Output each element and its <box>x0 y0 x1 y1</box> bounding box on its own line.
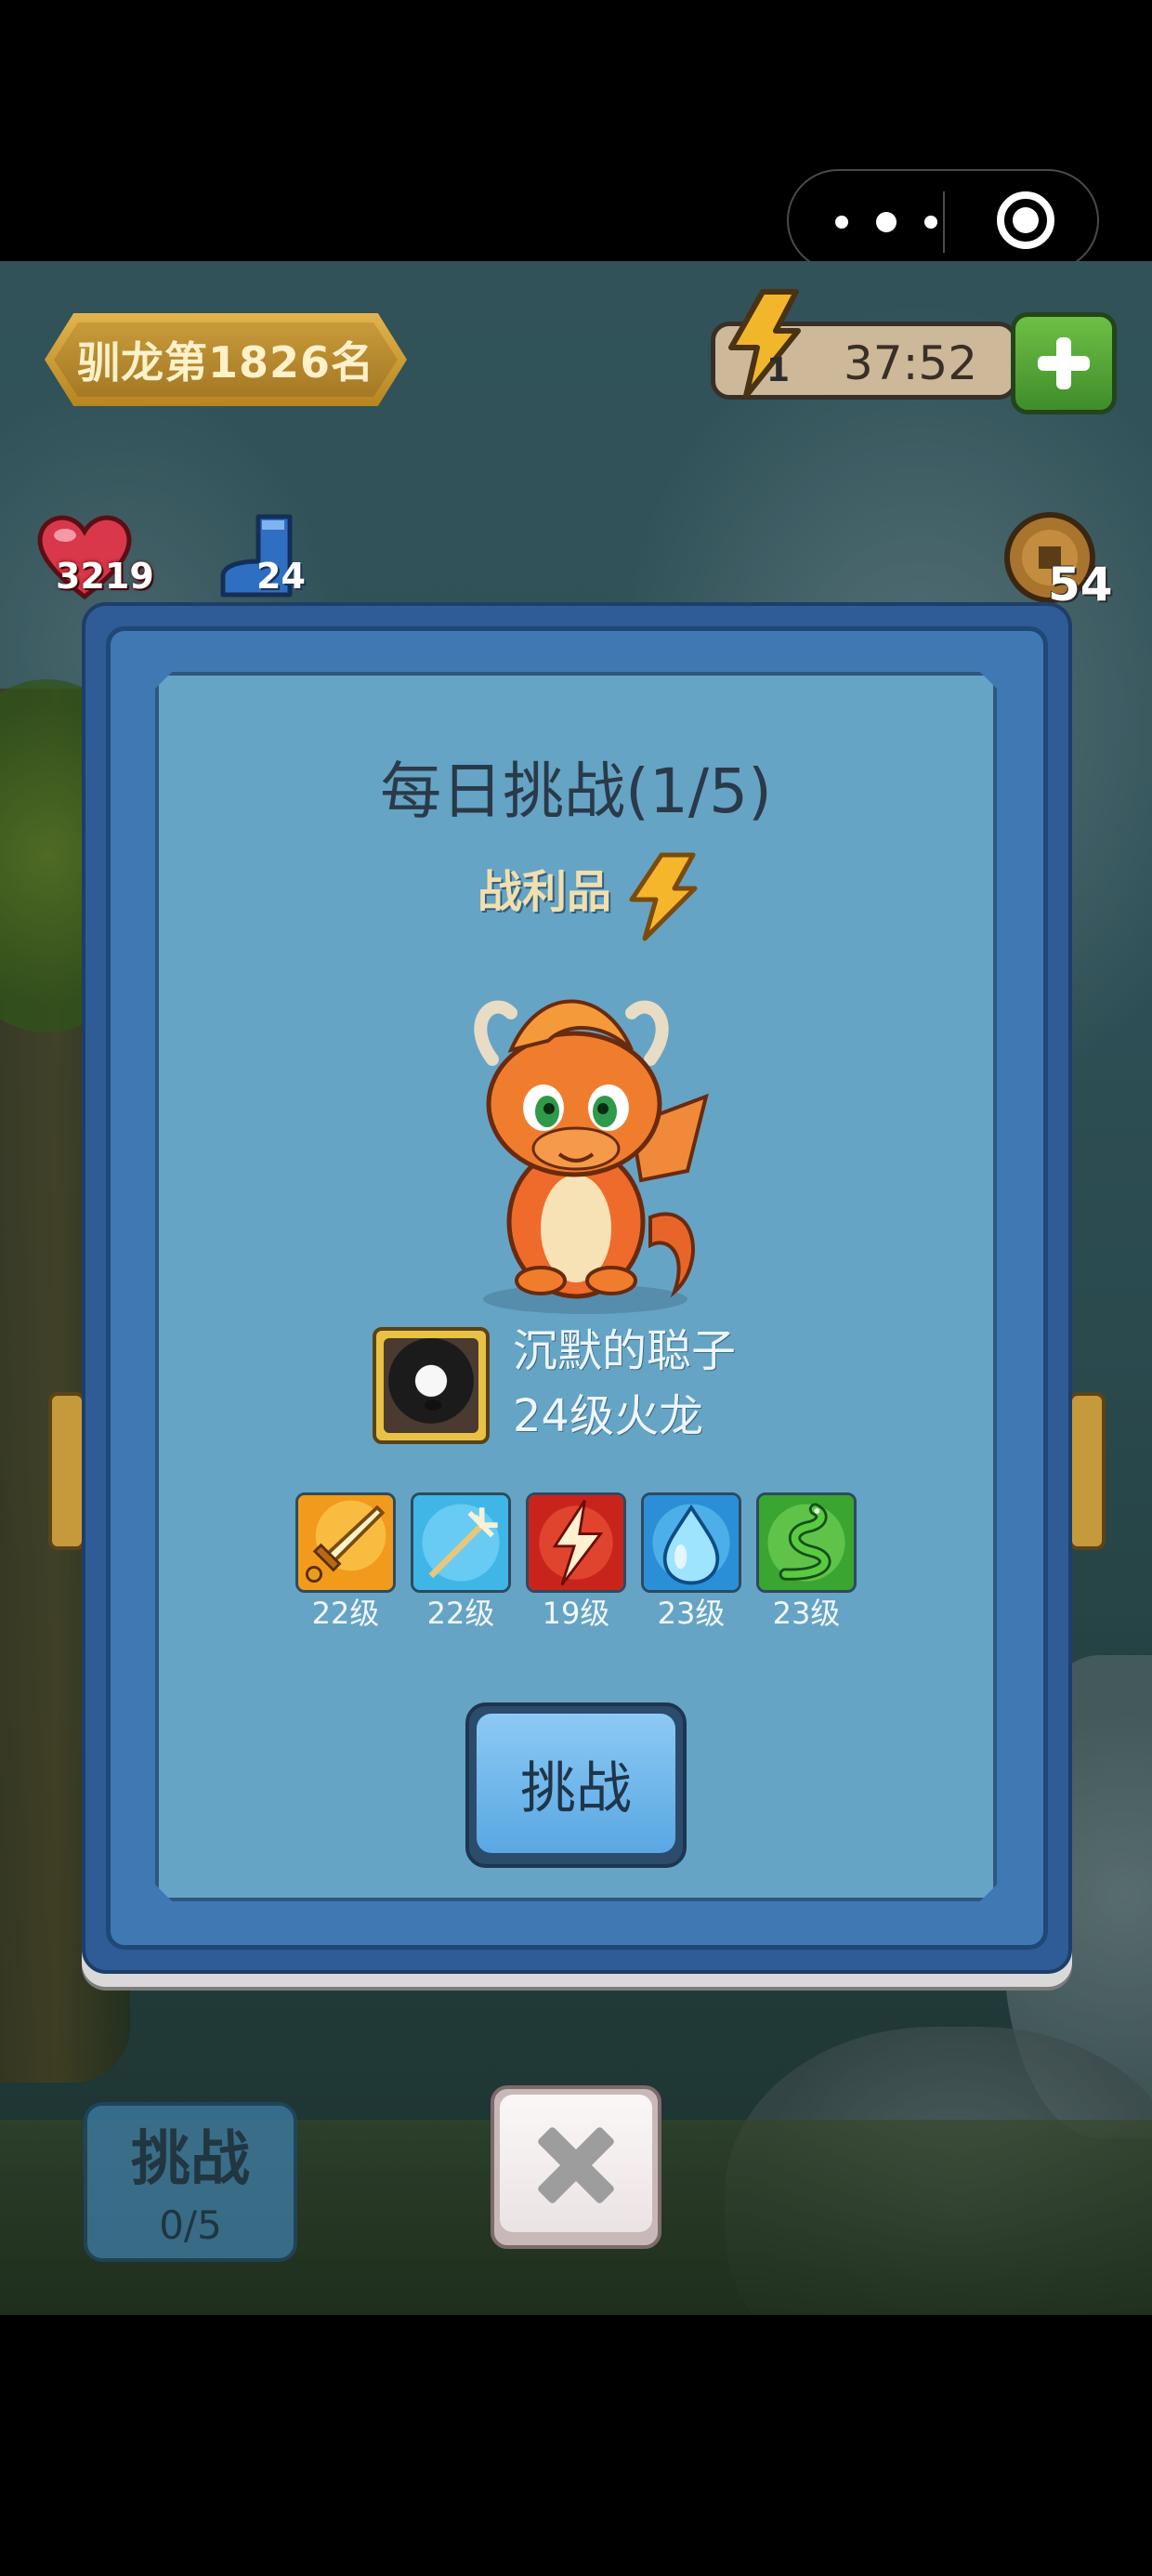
fire-dragon-image <box>474 999 709 1314</box>
boots-count: 24 <box>256 556 306 597</box>
skill-level: 23级 <box>772 1596 841 1631</box>
skill-level: 22级 <box>311 1596 380 1631</box>
energy-count: 1 <box>766 351 791 389</box>
lightning-strike-icon <box>529 1495 623 1590</box>
challenge-button-label: 挑战 <box>477 1714 675 1853</box>
close-miniprogram-icon[interactable] <box>997 191 1054 249</box>
skill-lightning[interactable] <box>526 1492 626 1593</box>
opponent-name: 沉默的聪子 <box>513 1325 737 1377</box>
more-options-icon[interactable] <box>835 204 937 240</box>
skill-trident[interactable] <box>411 1492 511 1593</box>
bottom-black-bar <box>0 2315 1152 2576</box>
energy-counter: 37:52 1 <box>711 289 1017 409</box>
skill-level: 23级 <box>657 1596 726 1631</box>
golden-sword-icon <box>298 1495 393 1590</box>
skill-level: 22级 <box>426 1596 495 1631</box>
skill-snake[interactable] <box>756 1492 857 1593</box>
close-icon <box>500 2095 652 2232</box>
skill-level: 19级 <box>542 1596 610 1631</box>
challenge-button[interactable]: 挑战 <box>465 1702 687 1868</box>
skill-water[interactable] <box>641 1492 741 1593</box>
opponent-level: 24级火龙 <box>513 1390 704 1442</box>
rank-badge[interactable]: 驯龙第1826名 <box>45 313 407 406</box>
opponent-avatar[interactable] <box>373 1327 490 1444</box>
loot-lightning-icon <box>629 852 698 941</box>
bottom-challenge-label: 挑战 <box>131 2125 250 2194</box>
energy-timer: 37:52 <box>843 336 978 390</box>
lightning-bolt-icon <box>728 289 801 399</box>
rank-label: 驯龙第1826名 <box>54 322 398 397</box>
close-button[interactable] <box>491 2085 661 2249</box>
side-tab-right <box>1068 1392 1106 1550</box>
bottom-challenge-count: 0/5 <box>159 2202 222 2248</box>
miniprogram-capsule <box>787 169 1099 271</box>
bottom-challenge-button[interactable]: 挑战 0/5 <box>84 2102 297 2262</box>
skill-sword[interactable] <box>295 1492 396 1593</box>
side-tab-left <box>48 1392 85 1550</box>
dog-avatar-image <box>384 1338 478 1433</box>
loot-label: 战利品 <box>477 866 611 918</box>
capsule-divider <box>943 191 945 253</box>
trident-icon <box>413 1495 508 1590</box>
hearts-count: 3219 <box>56 556 154 597</box>
modal-title: 每日挑战(1/5) <box>380 756 772 827</box>
snake-icon <box>759 1495 854 1590</box>
add-energy-button[interactable] <box>1011 312 1117 414</box>
water-drop-icon <box>644 1495 739 1590</box>
